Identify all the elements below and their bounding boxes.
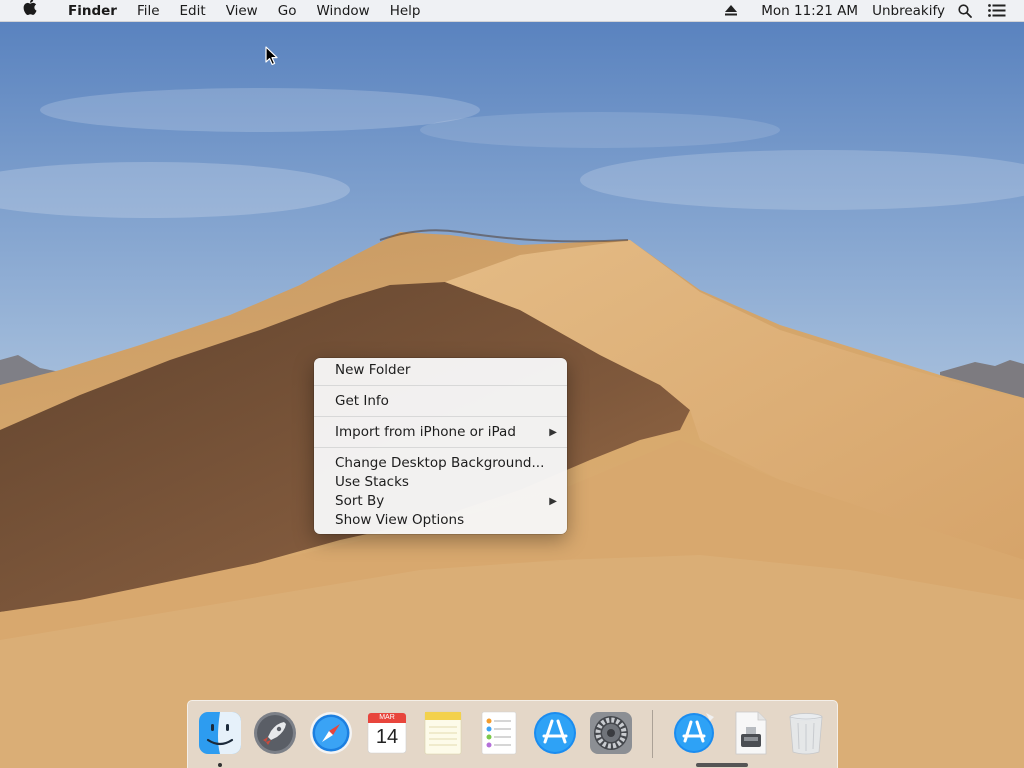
reminders-icon[interactable] <box>475 709 523 757</box>
installer-disk-icon[interactable] <box>726 709 774 757</box>
finder-icon[interactable] <box>196 709 244 757</box>
spotlight-search-icon[interactable] <box>952 0 978 22</box>
eject-icon[interactable] <box>718 0 744 22</box>
dock: MAR 14 <box>187 700 838 768</box>
safari-icon[interactable] <box>307 709 355 757</box>
desktop-context-menu: New Folder Get Info Import from iPhone o… <box>314 358 567 534</box>
mouse-cursor-icon <box>265 46 279 66</box>
menu-item-change-desktop-background[interactable]: Change Desktop Background... <box>314 454 567 473</box>
menu-go[interactable]: Go <box>268 0 307 22</box>
menu-item-label: Use Stacks <box>335 474 409 490</box>
menu-item-label: Show View Options <box>335 512 465 528</box>
calendar-day-label: 14 <box>375 726 399 748</box>
menu-separator <box>314 385 567 386</box>
calendar-icon[interactable]: MAR 14 <box>363 709 411 757</box>
menu-window[interactable]: Window <box>306 0 379 22</box>
menu-app-finder[interactable]: Finder <box>60 0 127 22</box>
menu-item-label: Sort By <box>335 493 385 509</box>
launchpad-icon[interactable] <box>251 709 299 757</box>
running-indicator <box>218 763 222 767</box>
app-store-icon[interactable] <box>531 709 579 757</box>
menu-item-get-info[interactable]: Get Info <box>314 392 567 411</box>
dock-progress-indicator <box>696 763 748 767</box>
notes-icon[interactable] <box>419 709 467 757</box>
menu-item-label: Change Desktop Background... <box>335 455 545 471</box>
menu-help[interactable]: Help <box>380 0 431 22</box>
menu-view[interactable]: View <box>216 0 268 22</box>
menu-bar-left: Finder File Edit View Go Window Help <box>0 0 430 22</box>
menu-bar: Finder File Edit View Go Window Help Mon… <box>0 0 1024 22</box>
menu-item-sort-by[interactable]: Sort By ▶ <box>314 492 567 511</box>
menu-item-label: New Folder <box>335 362 411 378</box>
menu-separator <box>314 416 567 417</box>
apple-icon <box>23 0 37 22</box>
calendar-month-label: MAR <box>379 714 395 721</box>
app-store-download-icon[interactable] <box>670 709 718 757</box>
dock-separator <box>652 710 653 758</box>
menu-item-label: Import from iPhone or iPad <box>335 424 516 440</box>
menu-bar-right: Mon 11:21 AM Unbreakify <box>718 0 1024 22</box>
menu-item-use-stacks[interactable]: Use Stacks <box>314 473 567 492</box>
menu-item-new-folder[interactable]: New Folder <box>314 361 567 380</box>
system-preferences-icon[interactable] <box>587 709 635 757</box>
menu-item-import-from-iphone[interactable]: Import from iPhone or iPad ▶ <box>314 423 567 442</box>
menu-separator <box>314 447 567 448</box>
trash-icon[interactable] <box>782 709 830 757</box>
menu-user[interactable]: Unbreakify <box>865 0 952 22</box>
submenu-arrow-icon: ▶ <box>549 427 557 438</box>
menu-file[interactable]: File <box>127 0 170 22</box>
submenu-arrow-icon: ▶ <box>549 496 557 507</box>
menu-clock[interactable]: Mon 11:21 AM <box>754 0 865 22</box>
menu-item-show-view-options[interactable]: Show View Options <box>314 511 567 530</box>
notification-center-icon[interactable] <box>984 0 1010 22</box>
apple-menu[interactable] <box>0 0 60 22</box>
menu-item-label: Get Info <box>335 393 389 409</box>
menu-edit[interactable]: Edit <box>170 0 216 22</box>
